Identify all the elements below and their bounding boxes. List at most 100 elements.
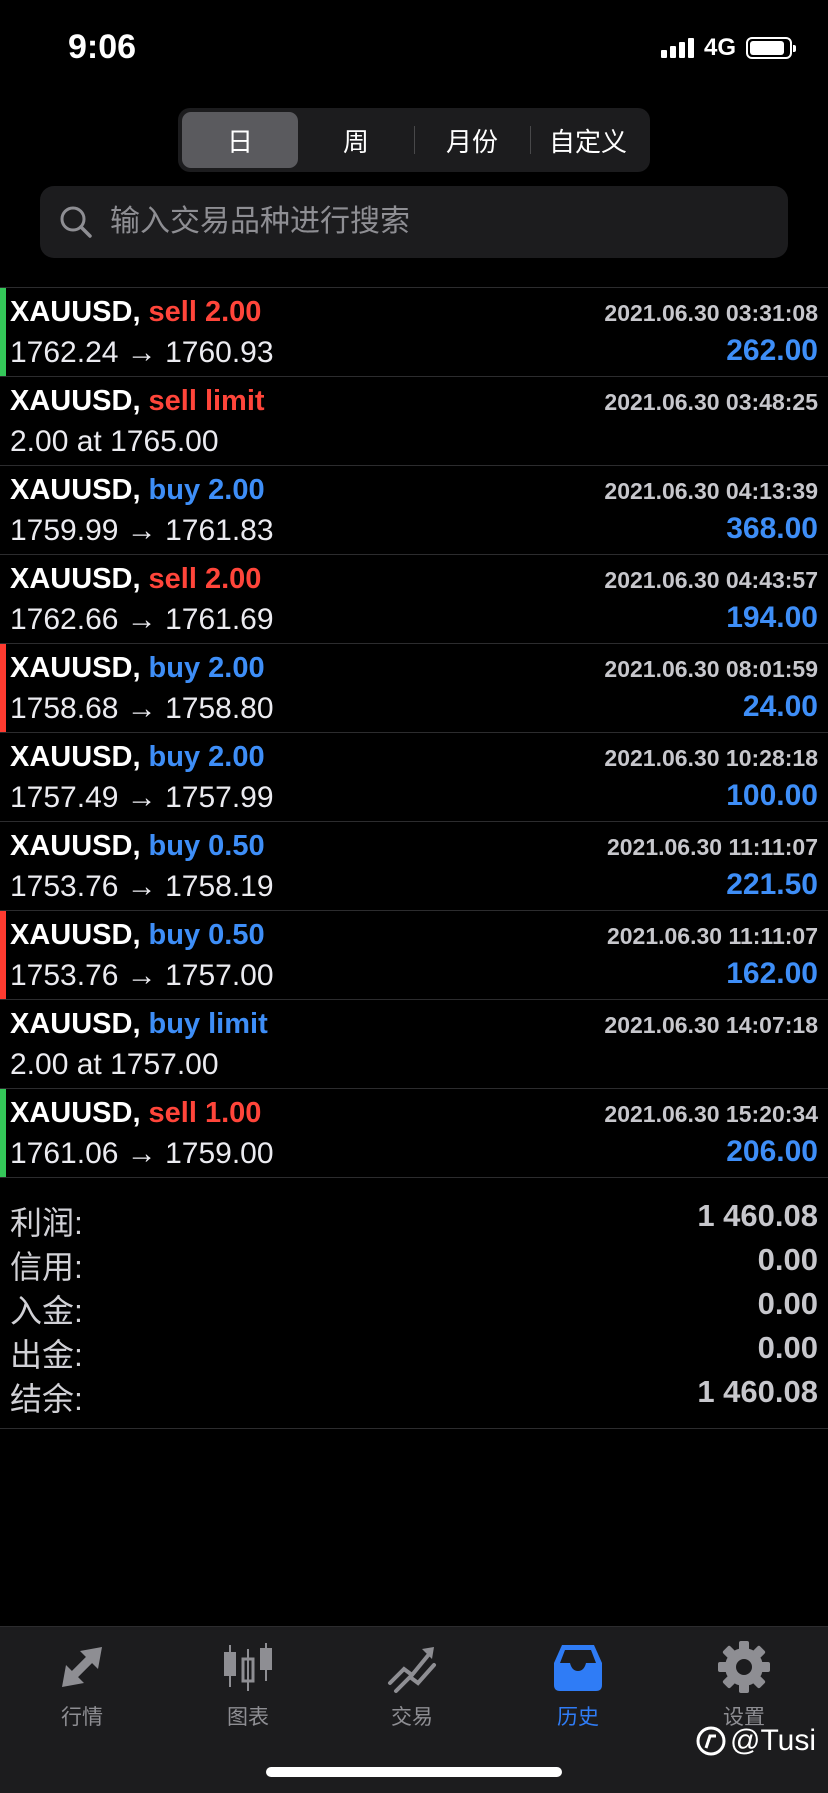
trade-row[interactable]: XAUUSD, buy 2.00 1758.68 → 1758.80 2021.0… [0, 644, 828, 733]
summary-profit: 利润: 1 460.08 [0, 1194, 828, 1241]
tab-trade[interactable]: 交易 [352, 1639, 472, 1739]
trade-side: sell 1.00 [148, 1097, 262, 1129]
status-bar: 9:06 4G [0, 0, 828, 100]
trade-symbol: XAUUSD, [10, 741, 141, 773]
summary-credit: 信用: 0.00 [0, 1238, 828, 1285]
quotes-arrows-icon [62, 1647, 102, 1687]
trade-row[interactable]: XAUUSD, buy limit 2.00 at 1757.00 2021.06… [0, 1000, 828, 1089]
trade-symbol: XAUUSD, [10, 919, 141, 951]
trade-row[interactable]: XAUUSD, sell 2.00 1762.66 → 1761.69 2021.… [0, 555, 828, 644]
status-indicators: 4G [660, 34, 796, 62]
trade-symbol: XAUUSD, [10, 563, 141, 595]
trade-row[interactable]: XAUUSD, sell limit 2.00 at 1765.00 2021.0… [0, 377, 828, 466]
trade-marker [0, 288, 6, 376]
segment-week[interactable]: 周 [298, 112, 414, 168]
trade-row[interactable]: XAUUSD, buy 0.50 1753.76 → 1757.00 2021.0… [0, 911, 828, 1000]
trade-datetime: 2021.06.30 11:11:07 [606, 923, 818, 949]
trade-datetime: 2021.06.30 14:07:18 [604, 1012, 818, 1038]
trade-symbol: XAUUSD, [10, 830, 141, 862]
trade-symbol: XAUUSD, [10, 652, 141, 684]
trade-symbol: XAUUSD, [10, 1008, 141, 1040]
trade-profit: 221.50 [726, 868, 818, 901]
search-icon [60, 206, 92, 238]
trade-history-list: XAUUSD, sell 2.00 1762.24 → 1760.93 2021.… [0, 287, 828, 1178]
status-time: 9:06 [68, 28, 137, 66]
trade-symbol: XAUUSD, [10, 474, 141, 506]
trade-datetime: 2021.06.30 04:43:57 [604, 567, 818, 593]
trade-marker [0, 1089, 6, 1177]
trade-symbol: XAUUSD, [10, 296, 141, 328]
summary-value: 0.00 [757, 1242, 818, 1277]
trade-prices: 1759.99 → 1761.83 [10, 514, 274, 547]
trade-profit: 206.00 [726, 1135, 818, 1168]
trade-datetime: 2021.06.30 04:13:39 [604, 478, 818, 504]
trade-datetime: 2021.06.30 08:01:59 [604, 656, 818, 682]
summary-value: 1 460.08 [697, 1374, 818, 1409]
trade-prices: 1762.24 → 1760.93 [10, 336, 274, 369]
trade-side: sell 2.00 [148, 296, 262, 328]
summary-value: 0.00 [757, 1286, 818, 1321]
account-summary: 利润: 1 460.08 信用: 0.00 入金: 0.00 出金: 0.00 … [0, 1194, 828, 1429]
home-indicator[interactable] [266, 1767, 562, 1777]
trade-datetime: 2021.06.30 03:31:08 [604, 300, 818, 326]
trade-prices: 2.00 at 1765.00 [10, 425, 219, 458]
tab-label: 行情 [61, 1706, 103, 1729]
tab-label: 历史 [557, 1706, 599, 1729]
trade-row[interactable]: XAUUSD, buy 2.00 1759.99 → 1761.83 2021.0… [0, 466, 828, 555]
trade-marker [0, 644, 6, 732]
summary-withdrawal: 出金: 0.00 [0, 1326, 828, 1373]
trade-profit: 100.00 [726, 779, 818, 812]
tab-chart[interactable]: 图表 [188, 1639, 308, 1739]
trade-row[interactable]: XAUUSD, buy 0.50 1753.76 → 1758.19 2021.0… [0, 822, 828, 911]
trade-trend-icon [388, 1647, 436, 1693]
summary-balance: 结余: 1 460.08 [0, 1370, 828, 1417]
trade-side: buy 0.50 [148, 830, 265, 862]
trade-profit: 24.00 [742, 690, 818, 723]
trade-side: buy limit [148, 1008, 268, 1040]
trade-prices: 1758.68 → 1758.80 [10, 692, 274, 725]
tab-quotes[interactable]: 行情 [22, 1639, 142, 1739]
trade-prices: 1762.66 → 1761.69 [10, 603, 274, 636]
trade-datetime: 2021.06.30 11:11:07 [606, 834, 818, 860]
trade-prices: 1757.49 → 1757.99 [10, 781, 274, 814]
trade-profit: 194.00 [726, 601, 818, 634]
summary-label: 结余: [10, 1381, 83, 1417]
summary-value: 1 460.08 [697, 1198, 818, 1233]
trade-profit: 262.00 [726, 334, 818, 367]
trade-side: buy 0.50 [148, 919, 265, 951]
period-segmented-control: 日 周 月份 自定义 [178, 108, 650, 172]
trade-symbol: XAUUSD, [10, 1097, 141, 1129]
trade-prices: 1761.06 → 1759.00 [10, 1137, 274, 1170]
gear-icon [718, 1641, 770, 1693]
trade-marker [0, 911, 6, 999]
tab-label: 交易 [391, 1706, 433, 1729]
segment-custom[interactable]: 自定义 [530, 112, 646, 168]
tab-label: 图表 [227, 1706, 269, 1729]
segment-day[interactable]: 日 [182, 112, 298, 168]
trade-prices: 1753.76 → 1758.19 [10, 870, 274, 903]
trade-datetime: 2021.06.30 15:20:34 [604, 1101, 818, 1127]
trade-row[interactable]: XAUUSD, sell 1.00 1761.06 → 1759.00 2021.… [0, 1089, 828, 1178]
search-bar[interactable] [40, 186, 788, 258]
tab-history[interactable]: 历史 [518, 1639, 638, 1739]
weibo-logo-icon [696, 1726, 726, 1756]
trade-profit: 368.00 [726, 512, 818, 545]
candlestick-chart-icon [224, 1643, 272, 1691]
trade-profit: 162.00 [726, 957, 818, 990]
history-inbox-icon [554, 1645, 602, 1691]
segment-month[interactable]: 月份 [414, 112, 530, 168]
watermark-text: @Tusi [729, 1724, 816, 1757]
watermark: @Tusi [696, 1724, 816, 1758]
trade-side: sell limit [148, 385, 265, 417]
trade-row[interactable]: XAUUSD, buy 2.00 1757.49 → 1757.99 2021.0… [0, 733, 828, 822]
trade-datetime: 2021.06.30 03:48:25 [604, 389, 818, 415]
network-type: 4G [703, 34, 736, 61]
trade-side: buy 2.00 [148, 741, 265, 773]
search-input[interactable] [108, 204, 752, 240]
trade-side: buy 2.00 [148, 474, 265, 506]
trade-prices: 1753.76 → 1757.00 [10, 959, 274, 992]
trade-side: buy 2.00 [148, 652, 265, 684]
trade-row[interactable]: XAUUSD, sell 2.00 1762.24 → 1760.93 2021.… [0, 288, 828, 377]
trade-side: sell 2.00 [148, 563, 262, 595]
summary-deposit: 入金: 0.00 [0, 1282, 828, 1329]
